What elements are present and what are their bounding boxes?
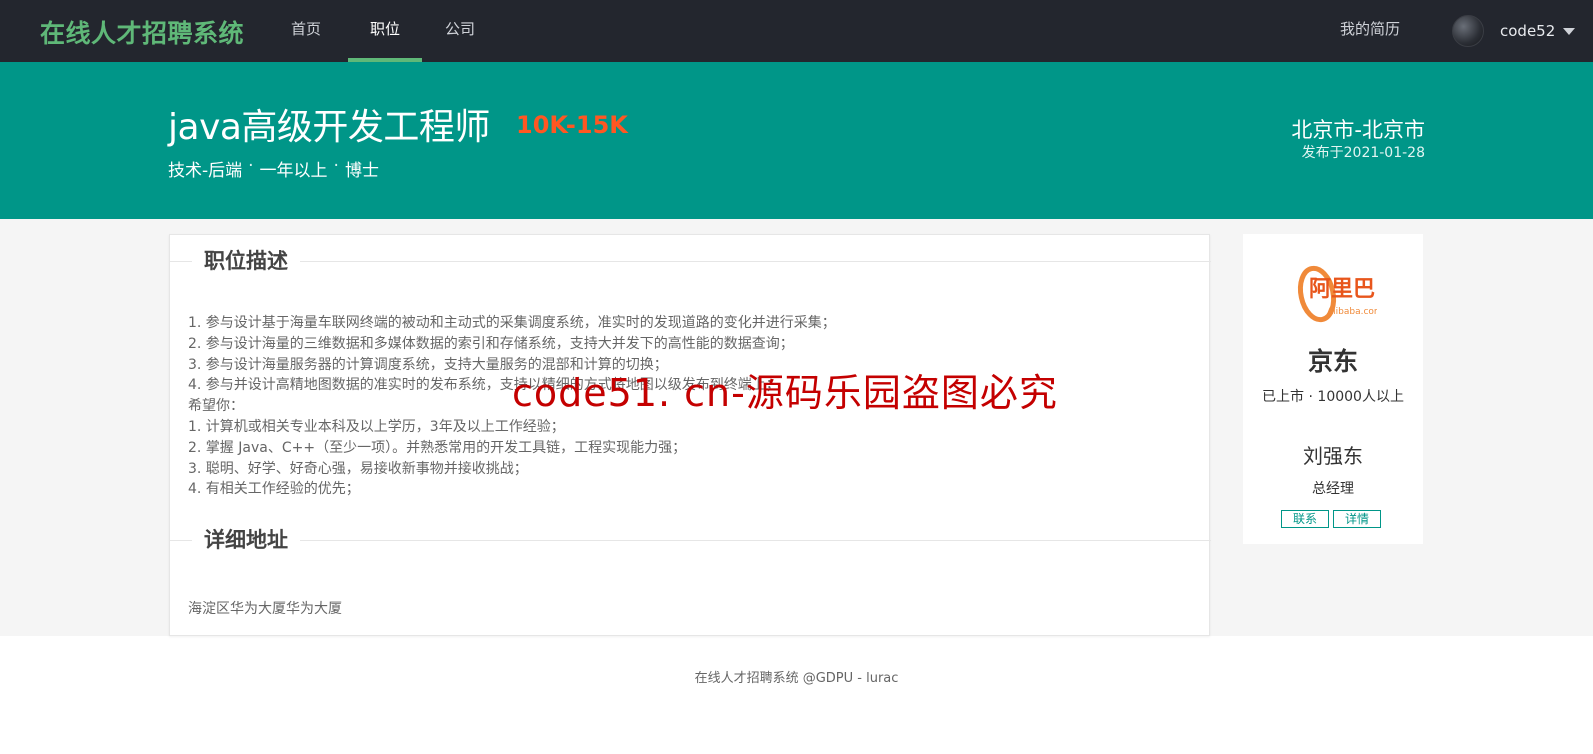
- avatar[interactable]: [1452, 15, 1484, 47]
- company-logo[interactable]: 阿里巴巴 Alibaba.com: [1287, 250, 1377, 330]
- company-size: 10000人以上: [1317, 389, 1404, 405]
- company-name[interactable]: 京东: [1243, 342, 1423, 378]
- description-line: 3. 聪明、好学、好奇心强，易接收新事物并接收挑战；: [188, 460, 528, 477]
- job-salary: 10K-15K: [516, 111, 628, 139]
- contact-actions: 联系 详情: [1281, 510, 1382, 528]
- separator: ·: [1308, 389, 1313, 405]
- user-menu[interactable]: code52: [1452, 14, 1576, 48]
- nav-companies[interactable]: 公司: [428, 0, 492, 62]
- site-logo[interactable]: 在线人才招聘系统: [40, 14, 244, 50]
- description-line: 4. 有相关工作经验的优先；: [188, 481, 360, 498]
- footer: 在线人才招聘系统 @GDPU - lurac: [694, 671, 899, 686]
- job-detail-card: 职位描述 1. 参与设计基于海量车联网终端的被动和主动式的采集调度系统，准实时的…: [169, 234, 1211, 636]
- chevron-down-icon[interactable]: [1563, 27, 1576, 35]
- publish-date: 发布于2021-01-28: [1301, 145, 1425, 161]
- job-banner: java高级开发工程师 10K-15K 技术-后端 · 一年以上 · 博士 北京…: [0, 62, 1593, 219]
- section-title-description: 职位描述: [192, 245, 300, 275]
- separator: ·: [248, 156, 254, 176]
- contact-name: 刘强东: [1303, 444, 1363, 468]
- contact-title: 总经理: [1312, 481, 1354, 497]
- username[interactable]: code52: [1500, 22, 1555, 40]
- divider: [170, 261, 1211, 262]
- separator: ·: [333, 156, 339, 176]
- description-line: 1. 计算机或相关专业本科及以上学历，3年及以上工作经验；: [188, 418, 565, 435]
- address-section-header: 详细地址: [170, 514, 1211, 554]
- job-meta: 技术-后端 · 一年以上 · 博士: [168, 156, 379, 181]
- job-city: 北京市-北京市: [1291, 118, 1425, 142]
- watermark: code51. cn-源码乐园盗图必究: [512, 371, 1058, 415]
- job-category: 技术-后端: [168, 161, 243, 181]
- detail-button[interactable]: 详情: [1333, 510, 1382, 528]
- section-title-address: 详细地址: [192, 524, 300, 554]
- job-experience: 一年以上: [259, 161, 328, 181]
- nav-jobs[interactable]: 职位: [348, 0, 422, 62]
- job-education: 博士: [344, 161, 379, 181]
- job-address: 海淀区华为大厦华为大厦: [188, 601, 342, 617]
- contact-button[interactable]: 联系: [1281, 510, 1330, 528]
- company-meta: 已上市 · 10000人以上: [1243, 386, 1423, 406]
- description-line: 2. 掌握 Java、C++（至少一项）。并熟悉常用的开发工具链，工程实现能力强…: [188, 439, 687, 456]
- logo-subtext: Alibaba.com: [1327, 307, 1377, 317]
- company-card: 阿里巴巴 Alibaba.com 京东 已上市 · 10000人以上 刘强东 总…: [1243, 234, 1423, 544]
- top-navbar: 在线人才招聘系统 首页 职位 公司 我的简历 code52: [0, 0, 1593, 62]
- company-status: 已上市: [1262, 389, 1305, 405]
- logo-text: 阿里巴巴: [1309, 277, 1377, 302]
- description-line: 1. 参与设计基于海量车联网终端的被动和主动式的采集调度系统，准实时的发现道路的…: [188, 315, 836, 331]
- description-section-header: 职位描述: [170, 235, 1211, 275]
- nav-home[interactable]: 首页: [276, 0, 336, 62]
- job-title: java高级开发工程师: [168, 107, 490, 148]
- description-line: 2. 参与设计海量的三维数据和多媒体数据的索引和存储系统，支持大并发下的高性能的…: [188, 335, 794, 352]
- divider: [170, 540, 1211, 541]
- nav-my-resume[interactable]: 我的简历: [1340, 0, 1400, 62]
